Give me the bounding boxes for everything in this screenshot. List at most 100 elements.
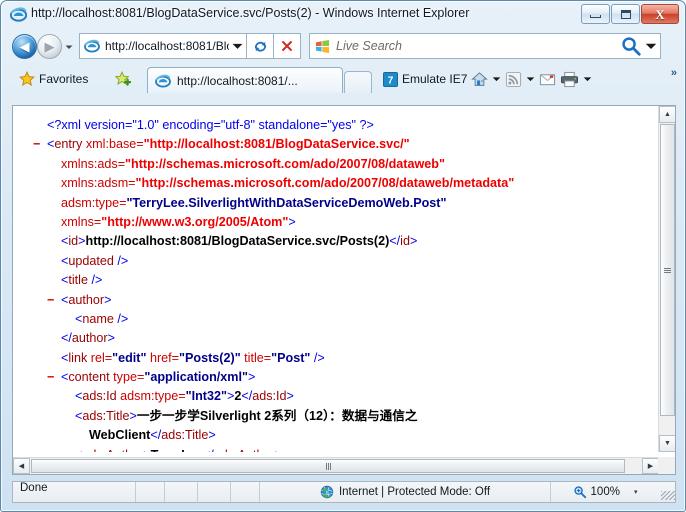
address-chevron-down-icon[interactable]	[229, 34, 246, 58]
xml-bracket: </	[61, 331, 72, 345]
xml-line: −<entry xml:base="http://localhost:8081/…	[13, 135, 647, 154]
tab-active[interactable]: http://localhost:8081/...	[147, 67, 343, 93]
maximize-button[interactable]	[611, 4, 640, 24]
search-box[interactable]: Live Search	[309, 33, 661, 59]
mail-icon	[539, 72, 556, 87]
zoom-level-label: 100%	[591, 486, 620, 498]
zoom-control[interactable]: 100% ▾	[551, 485, 659, 499]
xml-line-content: <content type="application/xml">	[61, 368, 255, 387]
xml-namespace-uri: "http://schemas.microsoft.com/ado/2007/0…	[136, 176, 515, 190]
xml-attribute-name: xmlns=	[61, 215, 101, 229]
vertical-scroll-thumb[interactable]	[660, 124, 675, 416]
xml-collapse-toggle[interactable]: −	[47, 291, 54, 310]
xml-bracket: >	[108, 331, 115, 345]
address-bar[interactable]: http://localhost:8081/BlogData	[79, 33, 247, 59]
close-button[interactable]: X	[641, 4, 679, 24]
scroll-grip-icon	[326, 463, 331, 470]
xml-namespace-uri: "http://schemas.microsoft.com/ado/2007/0…	[125, 157, 445, 171]
horizontal-scroll-thumb[interactable]	[31, 459, 625, 473]
scroll-down-button[interactable]: ▼	[659, 435, 676, 452]
xml-line-content: <entry xml:base="http://localhost:8081/B…	[47, 135, 410, 154]
document-area: <?xml version="1.0" encoding="utf-8" sta…	[12, 105, 676, 475]
xml-declaration: <?xml version="1.0" encoding="utf-8" sta…	[47, 118, 374, 132]
xml-line: <title />	[13, 271, 647, 290]
xml-line-content: <author>	[61, 291, 111, 310]
xml-line: <link rel="edit" href="Posts(2)" title="…	[13, 349, 647, 368]
xml-line: WebClient</ads:Title>	[13, 426, 647, 445]
page-icon	[84, 38, 100, 54]
horizontal-scrollbar[interactable]: ◀ ▶	[13, 457, 659, 474]
back-button[interactable]: ◀	[12, 34, 37, 59]
xml-bracket: </	[389, 234, 400, 248]
xml-attribute-name: rel=	[91, 351, 112, 365]
xml-bracket: />	[310, 351, 324, 365]
xml-bracket: >	[130, 409, 137, 423]
xml-line-content: <title />	[61, 271, 102, 290]
address-input[interactable]: http://localhost:8081/BlogData	[105, 39, 229, 53]
search-chevron-down-icon[interactable]	[642, 34, 660, 58]
xml-tree-view: <?xml version="1.0" encoding="utf-8" sta…	[13, 106, 647, 452]
xml-line: <?xml version="1.0" encoding="utf-8" sta…	[13, 116, 647, 135]
search-input[interactable]: Live Search	[336, 39, 620, 53]
add-to-favorites-icon[interactable]	[115, 71, 131, 87]
xml-attribute-name: type=	[113, 370, 144, 384]
scroll-right-button[interactable]: ▶	[642, 458, 659, 474]
xml-text-node: http://localhost:8081/BlogDataService.sv…	[86, 234, 390, 248]
xml-bracket: >	[287, 389, 294, 403]
xml-text-node: TerryLee	[151, 448, 203, 452]
scrollbar-corner	[658, 457, 675, 474]
print-chevron-down-icon[interactable]	[581, 65, 594, 93]
xml-tag-name: name	[82, 312, 114, 326]
vertical-scrollbar[interactable]: ▲ ▼	[658, 106, 675, 452]
status-bar: Done Internet | Protected Mode: Off	[12, 481, 676, 503]
emulate-ie7-button[interactable]: 7 Emulate IE7	[381, 65, 469, 93]
favorites-star-icon[interactable]	[19, 71, 35, 87]
print-button[interactable]	[558, 65, 581, 93]
stop-button[interactable]	[274, 33, 301, 59]
search-icon[interactable]	[620, 34, 642, 58]
xml-attribute-value: "Int32"	[186, 389, 227, 403]
xml-line-content: WebClient</ads:Title>	[89, 426, 216, 445]
xml-line-content: adsm:type="TerryLee.SilverlightWithDataS…	[61, 194, 446, 213]
xml-attribute-name: xmlns:adsm=	[61, 176, 136, 190]
refresh-button[interactable]	[247, 33, 274, 59]
scroll-left-button[interactable]: ◀	[13, 458, 30, 474]
command-bar-overflow-button[interactable]: »	[671, 67, 677, 79]
xml-collapse-toggle[interactable]: −	[47, 368, 54, 387]
xml-collapse-toggle[interactable]: −	[33, 135, 40, 154]
xml-line: −<author>	[13, 291, 647, 310]
xml-bracket: />	[88, 273, 102, 287]
home-icon	[471, 71, 488, 88]
xml-line: −<content type="application/xml">	[13, 368, 647, 387]
xml-attribute-value: "application/xml"	[144, 370, 248, 384]
feeds-chevron-down-icon[interactable]	[524, 65, 537, 93]
zoom-chevron-down-icon[interactable]: ▾	[634, 488, 638, 496]
mail-button[interactable]	[537, 65, 558, 93]
new-tab-button[interactable]	[344, 71, 372, 93]
maximize-icon	[612, 5, 639, 23]
xml-line-content: <link rel="edit" href="Posts(2)" title="…	[61, 349, 325, 368]
home-chevron-down-icon[interactable]	[490, 65, 503, 93]
scroll-up-button[interactable]: ▲	[659, 106, 676, 123]
xml-attribute-value: "Posts(2)"	[179, 351, 241, 365]
xml-attribute-name: adsm:type=	[61, 196, 126, 210]
favorites-button[interactable]: Favorites	[39, 72, 88, 86]
resize-grip[interactable]	[661, 491, 675, 500]
recent-pages-chevron-down-icon[interactable]	[64, 42, 74, 52]
minimize-button[interactable]	[581, 4, 610, 24]
print-icon	[560, 71, 579, 88]
feeds-button[interactable]	[503, 65, 524, 93]
window-title: http://localhost:8081/BlogDataService.sv…	[31, 6, 469, 20]
xml-tag-name: ads:Id	[82, 389, 116, 403]
forward-button[interactable]: ▶	[37, 34, 62, 59]
xml-line: </author>	[13, 329, 647, 348]
home-button[interactable]	[469, 65, 490, 93]
xml-line: <ads:Title>一步一步学Silverlight 2系列（12）：数据与通…	[13, 407, 647, 426]
security-zone-indicator[interactable]: Internet | Protected Mode: Off	[260, 485, 550, 499]
xml-namespace-uri: "http://localhost:8081/BlogDataService.s…	[144, 137, 410, 151]
xml-line: <id>http://localhost:8081/BlogDataServic…	[13, 232, 647, 251]
xml-line-content: xmlns="http://www.w3.org/2005/Atom">	[61, 213, 296, 232]
xml-tag-name: title	[68, 273, 88, 287]
xml-tag-name: ads:Title	[82, 409, 129, 423]
globe-icon	[320, 485, 334, 499]
